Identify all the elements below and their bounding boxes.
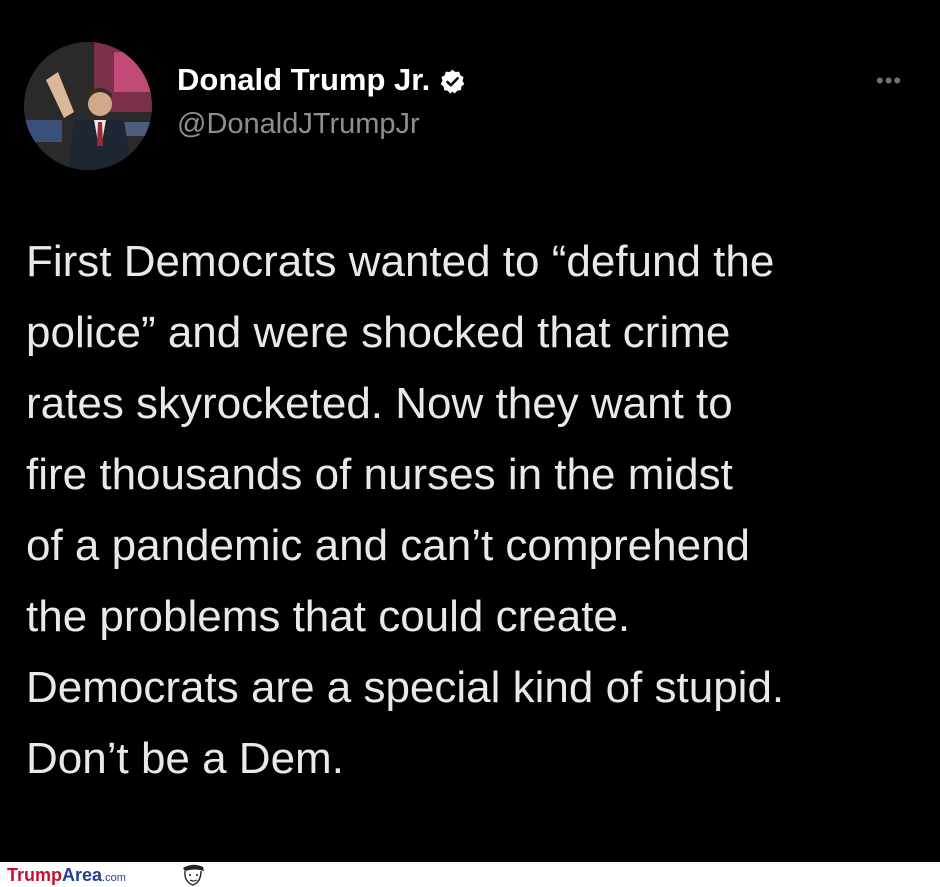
watermark-part3: .com	[102, 872, 126, 884]
watermark-bar: TrumpArea.com	[0, 862, 940, 887]
display-name[interactable]: Donald Trump Jr.	[177, 62, 466, 98]
profile-avatar[interactable]	[24, 42, 152, 170]
tweet-line: Democrats are a special kind of stupid.	[26, 663, 785, 712]
tweet-text: First Democrats wanted to “defund the po…	[26, 226, 926, 794]
tweet-line: police” and were shocked that crime	[26, 308, 731, 357]
tweet-line: fire thousands of nurses in the midst	[26, 450, 733, 499]
avatar-photo	[24, 42, 152, 170]
watermark-part1: Trump	[7, 865, 63, 885]
tweet-line: the problems that could create.	[26, 592, 631, 641]
more-options-icon[interactable]: •••	[876, 70, 902, 92]
tweet-card: Donald Trump Jr. @DonaldJTrumpJr ••• Fir…	[0, 0, 940, 862]
watermark-part2: Area	[62, 865, 103, 885]
display-name-text: Donald Trump Jr.	[177, 62, 431, 97]
tweet-line: Don’t be a Dem.	[26, 734, 344, 783]
verified-badge-icon	[439, 67, 466, 94]
user-handle[interactable]: @DonaldJTrumpJr	[177, 108, 420, 141]
tweet-line: First Democrats wanted to “defund the	[26, 237, 775, 286]
watermark-logo: TrumpArea.com	[7, 865, 126, 886]
tweet-line: of a pandemic and can’t comprehend	[26, 521, 751, 570]
tweet-line: rates skyrocketed. Now they want to	[26, 379, 733, 428]
watermark-face-icon	[183, 864, 204, 886]
